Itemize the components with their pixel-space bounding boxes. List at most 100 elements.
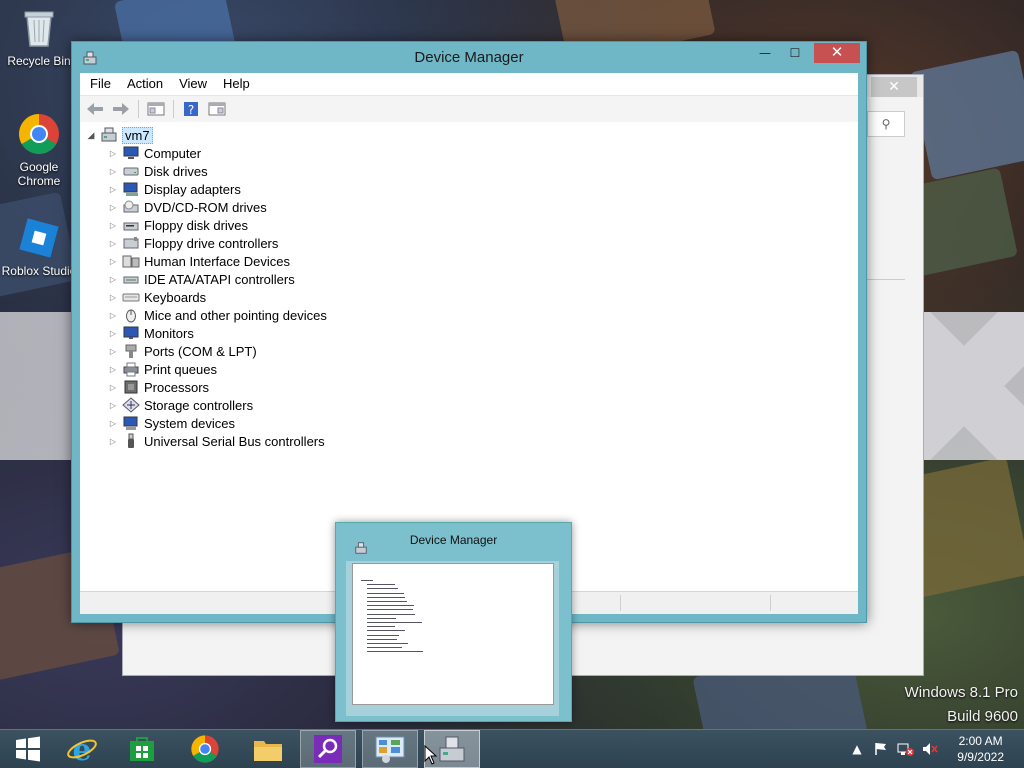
thumbnail-tree-line [367, 584, 395, 586]
show-hidden-icons-button[interactable]: ▲ [850, 730, 864, 768]
menu-action[interactable]: Action [119, 73, 171, 95]
help-icon[interactable]: ? [180, 99, 202, 119]
thumbnail-tree-line [367, 651, 424, 653]
background-window-close-button[interactable]: ✕ [871, 77, 917, 97]
expand-arrow-icon[interactable]: ▷ [108, 293, 118, 302]
tree-node-disk-drive[interactable]: ▷ Disk drives [108, 162, 208, 180]
tree-node-storage-controller[interactable]: ▷ Storage controllers [108, 396, 253, 414]
thumbnail-tree-line [367, 626, 395, 628]
expand-arrow-icon[interactable]: ▷ [108, 203, 118, 212]
expand-arrow-icon[interactable]: ▷ [108, 437, 118, 446]
minimize-button[interactable]: — [752, 43, 778, 63]
thumbnail-tree-line [367, 622, 423, 623]
thumbnail-tree-line [367, 634, 400, 636]
expand-arrow-icon[interactable]: ▷ [108, 257, 118, 266]
expand-arrow-icon[interactable]: ▷ [108, 365, 118, 374]
properties-icon[interactable] [145, 99, 167, 119]
thumbnail-tree-line [367, 613, 415, 615]
expand-arrow-icon[interactable]: ▷ [108, 221, 118, 230]
tree-node-label: Keyboards [144, 289, 207, 305]
start-button[interactable] [0, 730, 56, 768]
show-hidden-icon[interactable] [206, 99, 228, 119]
computer-icon [122, 145, 140, 161]
maximize-button[interactable]: ☐ [782, 43, 808, 63]
tree-node-monitor[interactable]: ▷ Monitors [108, 324, 194, 342]
menu-file[interactable]: File [82, 73, 119, 95]
taskbar-thumbnail-preview[interactable]: Device Manager [335, 522, 572, 722]
tree-root[interactable]: ◢ vm7 [86, 126, 153, 144]
thumbnail-tree-line [367, 643, 408, 644]
back-icon[interactable] [84, 99, 106, 119]
expand-arrow-icon[interactable]: ▷ [108, 149, 118, 158]
roblox-studio-icon [17, 216, 61, 260]
collapse-arrow-icon[interactable]: ◢ [86, 130, 96, 141]
tree-node-dvd-drive[interactable]: ▷ DVD/CD-ROM drives [108, 198, 267, 216]
expand-arrow-icon[interactable]: ▷ [108, 311, 118, 320]
thumbnail-frame [346, 561, 559, 716]
printer-icon [122, 361, 140, 377]
tree-node-floppy-controller[interactable]: ▷ Floppy drive controllers [108, 234, 278, 252]
expand-arrow-icon[interactable]: ▷ [108, 347, 118, 356]
desktop-icon-label: Recycle Bin [7, 54, 71, 68]
tree-node-usb[interactable]: ▷ Universal Serial Bus controllers [108, 432, 325, 450]
tree-node-keyboard[interactable]: ▷ Keyboards [108, 288, 206, 306]
taskbar-internet-explorer[interactable]: e [54, 730, 110, 768]
tree-node-label: System devices [144, 415, 236, 431]
desktop-icon-google-chrome[interactable]: Google Chrome [1, 112, 77, 188]
menu-bar: File Action View Help [80, 73, 858, 96]
tree-node-label: Disk drives [144, 163, 208, 179]
expand-arrow-icon[interactable]: ▷ [108, 275, 118, 284]
expand-arrow-icon[interactable]: ▷ [108, 383, 118, 392]
tree-node-hid[interactable]: ▷ Human Interface Devices [108, 252, 290, 270]
menu-help[interactable]: Help [215, 73, 258, 95]
tree-node-display-adapter[interactable]: ▷ Display adapters [108, 180, 241, 198]
search-icon[interactable]: ⚲ [867, 111, 905, 137]
expand-arrow-icon[interactable]: ▷ [108, 239, 118, 248]
magnifier-icon [314, 735, 342, 763]
clock-date: 9/9/2022 [957, 750, 1004, 764]
storage-controller-icon [122, 397, 140, 413]
tree-node-label: Universal Serial Bus controllers [144, 433, 325, 449]
expand-arrow-icon[interactable]: ▷ [108, 401, 118, 410]
tree-node-label: Processors [144, 379, 210, 395]
taskbar-control-panel[interactable] [362, 730, 418, 768]
tree-node-mouse[interactable]: ▷ Mice and other pointing devices [108, 306, 327, 324]
tree-node-ide-controller[interactable]: ▷ IDE ATA/ATAPI controllers [108, 270, 295, 288]
taskbar-chrome[interactable] [177, 730, 233, 768]
volume-muted-icon[interactable] [920, 730, 940, 768]
thumbnail-tree-line [367, 601, 407, 602]
tree-node-system-device[interactable]: ▷ System devices [108, 414, 235, 432]
taskbar-clock[interactable]: 2:00 AM 9/9/2022 [957, 733, 1004, 765]
tree-node-printer[interactable]: ▷ Print queues [108, 360, 217, 378]
desktop-icon-roblox-studio[interactable]: Roblox Studio [1, 216, 77, 278]
thumbnail-tree-line [367, 588, 399, 590]
taskbar-store[interactable] [114, 730, 170, 768]
device-manager-icon [439, 736, 465, 762]
taskbar: e ▲ 2:00 AM 9/9/2022 [0, 729, 1024, 768]
toolbar-separator [173, 100, 174, 118]
menu-view[interactable]: View [171, 73, 215, 95]
tree-node-port[interactable]: ▷ Ports (COM & LPT) [108, 342, 257, 360]
desktop-icon-label: Roblox Studio [1, 264, 77, 278]
network-status-icon[interactable] [896, 730, 916, 768]
tree-node-processor[interactable]: ▷ Processors [108, 378, 209, 396]
expand-arrow-icon[interactable]: ▷ [108, 167, 118, 176]
tree-node-label: Mice and other pointing devices [144, 307, 327, 323]
expand-arrow-icon[interactable]: ▷ [108, 329, 118, 338]
expand-arrow-icon[interactable]: ▷ [108, 419, 118, 428]
monitor-icon [122, 325, 140, 341]
expand-arrow-icon[interactable]: ▷ [108, 185, 118, 194]
taskbar-search-app[interactable] [300, 730, 356, 768]
wallpaper-tile [909, 49, 1024, 181]
forward-icon[interactable] [110, 99, 132, 119]
port-icon [122, 343, 140, 359]
desktop-icon-recycle-bin[interactable]: Recycle Bin [1, 6, 77, 68]
action-center-flag-icon[interactable] [872, 730, 890, 768]
close-button[interactable]: ✕ [814, 43, 860, 63]
clock-time: 2:00 AM [958, 734, 1003, 748]
hid-icon [122, 253, 140, 269]
tree-node-label: Computer [144, 145, 202, 161]
tree-node-computer[interactable]: ▷ Computer [108, 144, 201, 162]
tree-node-floppy-disk[interactable]: ▷ Floppy disk drives [108, 216, 248, 234]
taskbar-file-explorer[interactable] [240, 730, 296, 768]
